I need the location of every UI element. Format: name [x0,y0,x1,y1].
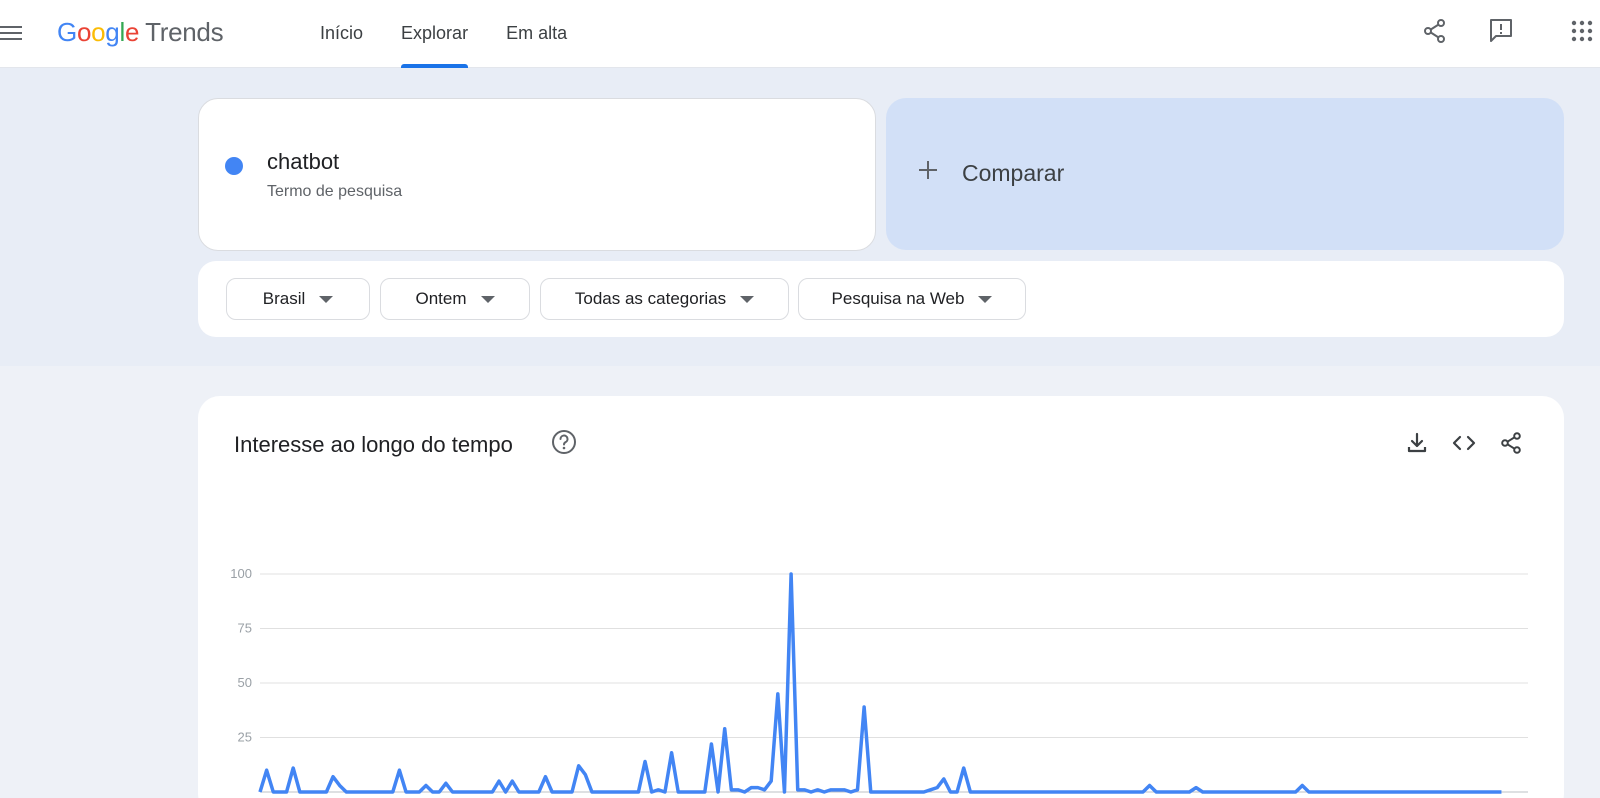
filter-category-label: Todas as categorias [574,289,727,308]
search-term-name[interactable]: chatbot [267,149,339,175]
embed-icon[interactable] [1451,430,1477,456]
feedback-icon[interactable] [1486,16,1516,46]
y-tick-label: 75 [238,621,252,636]
filter-time-label: Ontem [415,289,467,308]
caret-down-icon [978,295,993,303]
filter-region-label: Brasil [262,289,306,308]
tab-explorar[interactable]: Explorar [401,0,469,68]
apps-icon[interactable] [1568,16,1598,46]
help-icon[interactable] [550,428,578,456]
filter-search-type[interactable]: Pesquisa na Web [798,278,1026,320]
top-bar: Google Trends Início Explorar Em alta [0,0,1600,68]
share-icon[interactable] [1498,430,1524,456]
caret-down-icon [740,295,755,303]
download-icon[interactable] [1404,430,1430,456]
plus-icon [919,161,937,179]
search-term-card[interactable]: chatbot Termo de pesquisa [198,98,876,251]
filters-bar: Brasil Ontem Todas as categorias Pesquis… [198,261,1564,337]
y-tick-label: 50 [238,675,252,690]
tab-inicio[interactable]: Início [320,0,363,68]
y-tick-label: 100 [230,566,252,581]
filter-time[interactable]: Ontem [380,278,530,320]
caret-down-icon [319,295,334,303]
google-trends-logo[interactable]: Google Trends [57,14,224,50]
chart-title: Interesse ao longo do tempo [234,432,513,457]
filter-search-type-label: Pesquisa na Web [831,289,965,308]
compare-label: Comparar [962,160,1065,186]
logo-google-word: Google [57,17,140,47]
search-term-type: Termo de pesquisa [267,183,403,200]
logo-trends-word: Trends [145,17,224,47]
filter-region[interactable]: Brasil [226,278,370,320]
interest-over-time-card: 25 50 75 100 Interesse ao longo do tempo [198,396,1564,798]
main-nav: Início Explorar Em alta [320,0,605,68]
term-color-dot [225,157,243,175]
share-icon[interactable] [1420,16,1450,46]
compare-button[interactable]: Comparar [886,98,1564,250]
y-tick-label: 25 [238,730,252,745]
menu-icon[interactable] [0,21,24,45]
caret-down-icon [480,295,495,303]
tab-em-alta[interactable]: Em alta [506,0,567,68]
filter-category[interactable]: Todas as categorias [540,278,789,320]
